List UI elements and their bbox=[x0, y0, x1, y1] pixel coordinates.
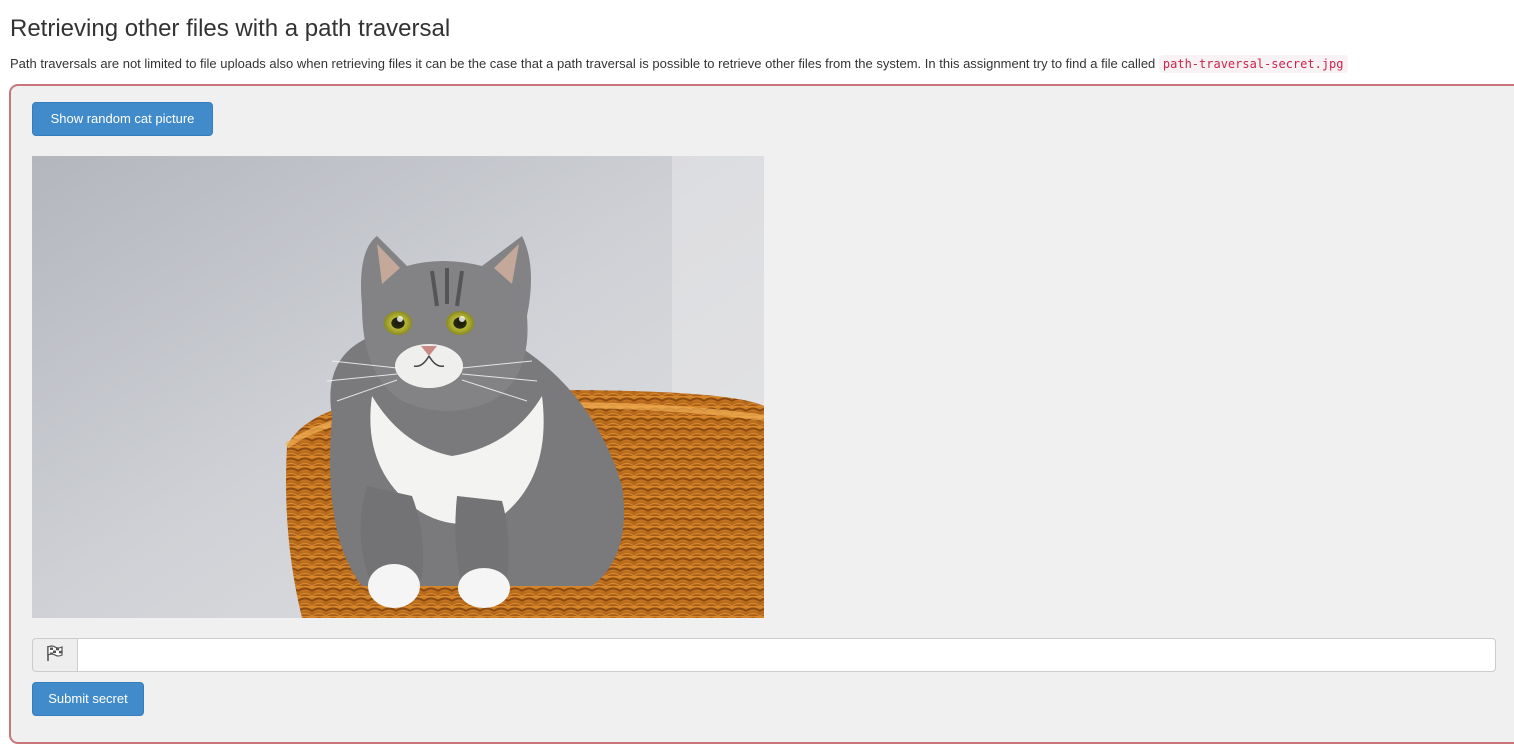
secret-filename-code: path-traversal-secret.jpg bbox=[1158, 55, 1348, 73]
flag-addon bbox=[32, 638, 77, 672]
submit-secret-button[interactable]: Submit secret bbox=[32, 682, 144, 716]
secret-input-group bbox=[32, 638, 1496, 672]
page-title: Retrieving other files with a path trave… bbox=[10, 15, 451, 42]
cat-image bbox=[32, 156, 764, 618]
show-random-cat-button[interactable]: Show random cat picture bbox=[32, 102, 213, 136]
flag-icon bbox=[45, 644, 65, 667]
secret-input[interactable] bbox=[77, 638, 1496, 672]
description-text: Path traversals are not limited to file … bbox=[10, 56, 1159, 71]
assignment-description: Path traversals are not limited to file … bbox=[10, 55, 1348, 73]
assignment-panel: Show random cat picture Submit secret bbox=[9, 84, 1514, 744]
